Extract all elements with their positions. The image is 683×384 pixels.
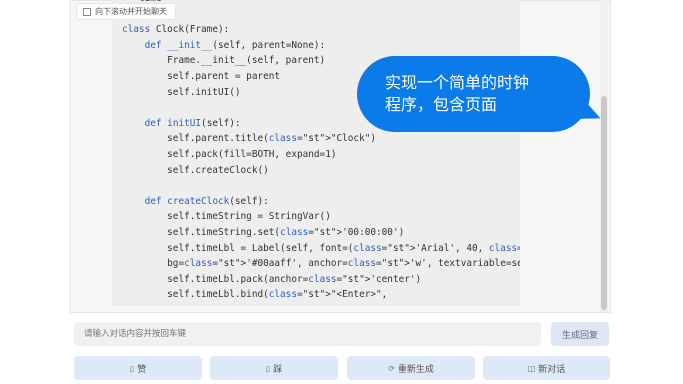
scrollbar-thumb[interactable]	[601, 96, 607, 310]
code-line: self.timeLbl.pack(anchor=class="st">'cen…	[122, 273, 422, 285]
code-line: self.timeLbl.bind(class="st">"<Enter>",	[122, 289, 388, 301]
refresh-icon: ⟳	[388, 363, 395, 373]
vertical-scrollbar[interactable]	[600, 0, 608, 312]
code-line: class Clock(Frame):	[122, 24, 230, 36]
regenerate-button[interactable]: ⟳ 重新生成	[347, 356, 475, 380]
scroll-hint-label: 向下滚动并开始聊天	[95, 7, 167, 16]
code-line: self.timeString.set(class="st">'00:00:00…	[122, 226, 405, 238]
chat-input-container[interactable]	[74, 322, 541, 346]
new-chat-button[interactable]: ◫ 新对话	[483, 356, 610, 380]
code-line: self.timeString = StringVar()	[122, 211, 331, 223]
code-line: bg=class="st">'#00aaff', anchor=class="s…	[122, 258, 520, 270]
thumbs-down-icon: ▯	[265, 363, 271, 373]
like-button[interactable]: ▯ 赞	[74, 356, 202, 380]
generate-reply-button[interactable]: 生成回复	[551, 322, 609, 346]
new-chat-label: 新对话	[538, 364, 566, 375]
code-text: time class Clock(Frame): def __init__(sel…	[122, 0, 520, 303]
chat-icon: ◫	[527, 363, 536, 373]
chat-input[interactable]	[82, 328, 541, 340]
scroll-down-icon	[83, 7, 91, 16]
code-block: time class Clock(Frame): def __init__(sel…	[112, 0, 520, 306]
code-line: time	[122, 0, 520, 7]
scroll-hint-badge[interactable]: 向下滚动并开始聊天	[76, 3, 176, 20]
bubble-line-1: 实现一个简单的时钟	[385, 73, 530, 92]
code-line: def __init__(self, parent=None):	[144, 39, 326, 51]
code-line: def createClock(self):	[144, 195, 269, 207]
code-line: self.parent.title(class="st">"Clock")	[122, 133, 377, 145]
code-line: self.createClock()	[122, 164, 269, 176]
bubble-line-2: 程序，包含页面	[385, 95, 498, 114]
dislike-button[interactable]: ▯ 踩	[210, 356, 338, 380]
thumbs-up-icon: ▯	[129, 363, 135, 373]
code-line: self.timeLbl = Label(self, font=(class="…	[122, 242, 520, 254]
dislike-label: 踩	[273, 364, 283, 375]
like-label: 赞	[137, 364, 147, 375]
regenerate-label: 重新生成	[397, 364, 434, 375]
speech-bubble: 实现一个简单的时钟 程序，包含页面	[357, 56, 590, 132]
code-line: self.pack(fill=BOTH, expand=1)	[122, 148, 337, 160]
